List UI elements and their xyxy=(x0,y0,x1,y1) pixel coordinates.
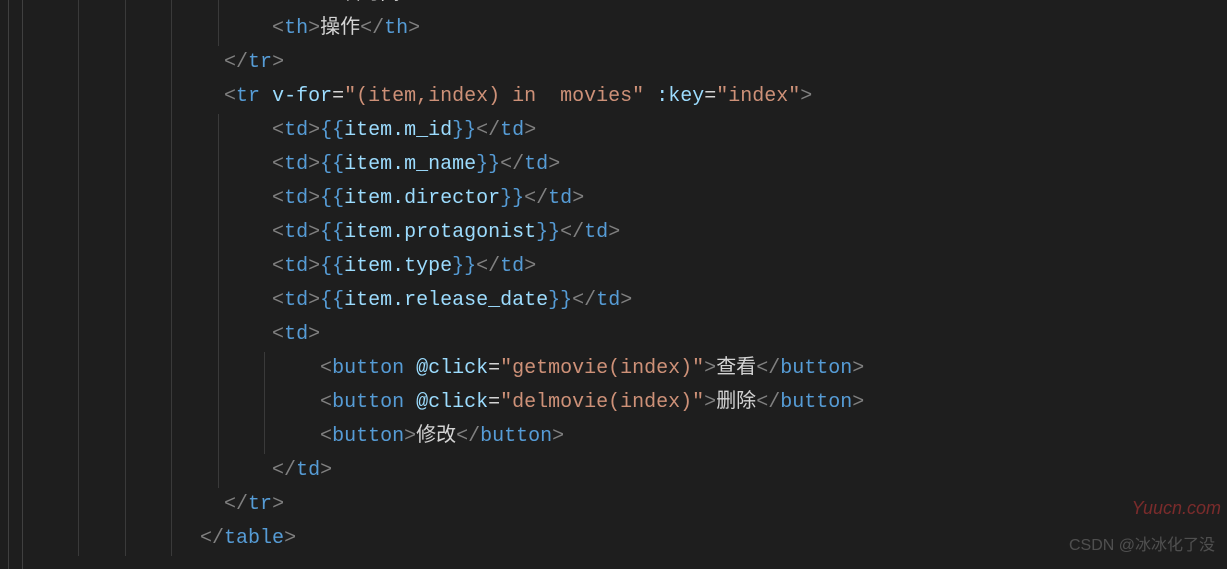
code-line[interactable]: <td> xyxy=(32,318,864,352)
fold-gutter xyxy=(0,0,32,569)
csdn-watermark: CSDN @冰冰化了没 xyxy=(1069,529,1215,563)
code-line[interactable]: <td>{{item.release_date}}</td> xyxy=(32,284,864,318)
site-watermark: Yuucn.com xyxy=(1132,491,1221,525)
code-line[interactable]: <button @click="getmovie(index)">查看</but… xyxy=(32,352,864,386)
code-line[interactable]: <td>{{item.protagonist}}</td> xyxy=(32,216,864,250)
code-line[interactable]: <td>{{item.m_id}}</td> xyxy=(32,114,864,148)
code-line[interactable]: <tr v-for="(item,index) in movies" :key=… xyxy=(32,80,864,114)
code-line[interactable]: </tr> xyxy=(32,488,864,522)
code-line[interactable]: </tr> xyxy=(32,46,864,80)
code-editor[interactable]: <th>上映时间</th> <th>操作</th> </tr> <tr v-fo… xyxy=(0,0,1227,569)
code-line[interactable]: <button>修改</button> xyxy=(32,420,864,454)
code-line[interactable]: <button @click="delmovie(index)">删除</but… xyxy=(32,386,864,420)
code-area[interactable]: <th>上映时间</th> <th>操作</th> </tr> <tr v-fo… xyxy=(32,0,864,569)
code-line[interactable]: <th>操作</th> xyxy=(32,12,864,46)
code-line[interactable]: <td>{{item.type}}</td> xyxy=(32,250,864,284)
code-line[interactable]: <td>{{item.director}}</td> xyxy=(32,182,864,216)
code-line[interactable]: <td>{{item.m_name}}</td> xyxy=(32,148,864,182)
code-line[interactable]: </table> xyxy=(32,522,864,556)
code-line[interactable]: <th>上映时间</th> xyxy=(32,0,864,12)
code-line[interactable]: </td> xyxy=(32,454,864,488)
